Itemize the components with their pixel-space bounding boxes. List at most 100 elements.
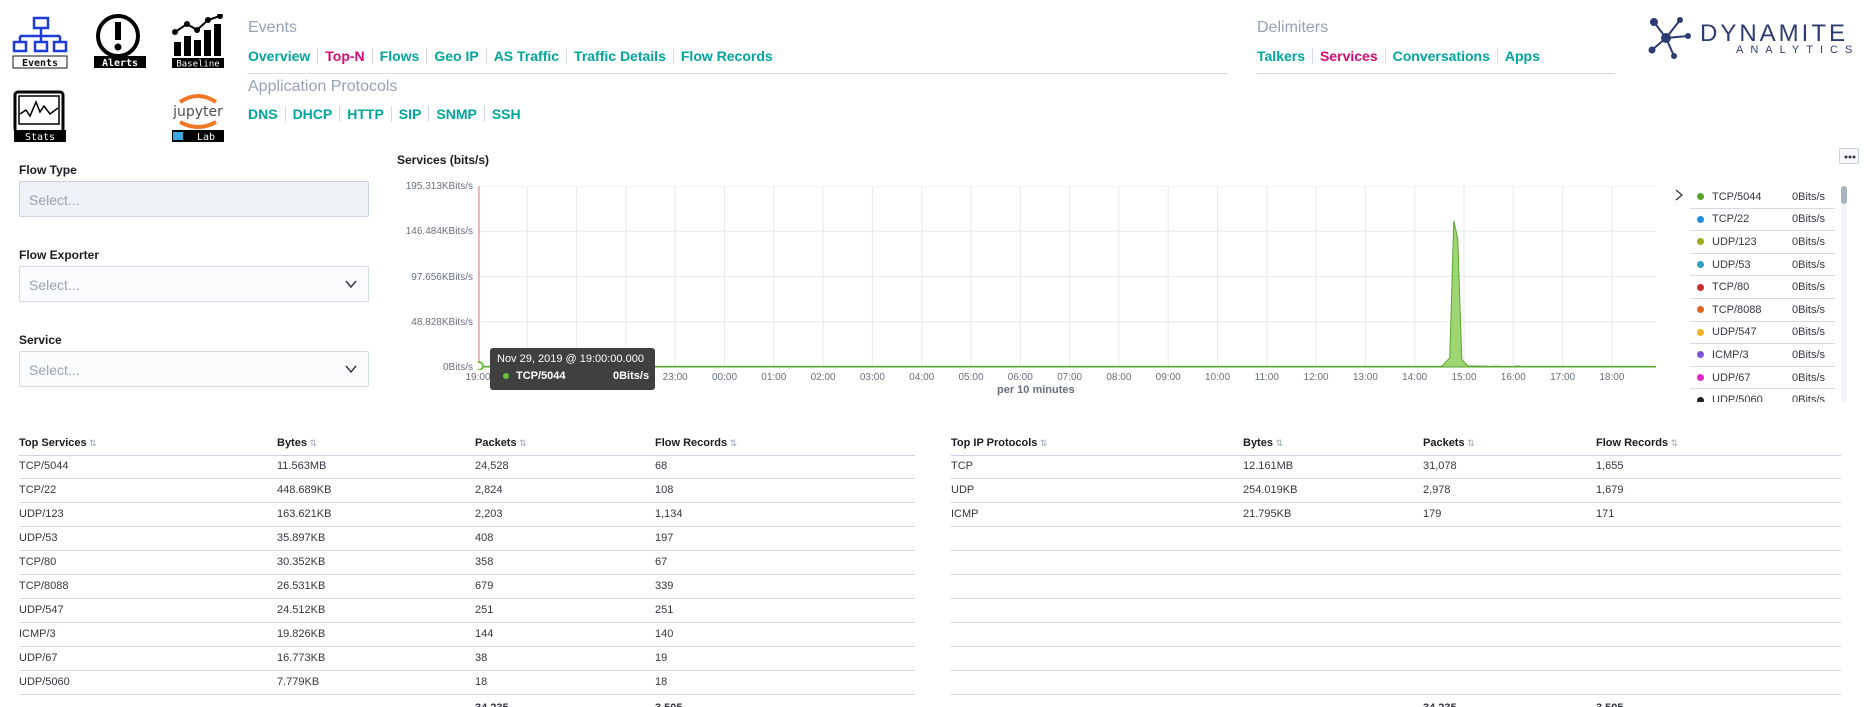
legend-item-udp-547[interactable]: UDP/547 0Bits/s: [1690, 322, 1835, 345]
events-nav: Overview Top-N Flows Geo IP AS Traffic Traffi…: [248, 48, 780, 64]
legend-dot: [1697, 215, 1704, 223]
sort-icon[interactable]: ⇅: [1273, 438, 1283, 448]
svg-text:Events: Events: [22, 58, 58, 69]
protocol-link-dns[interactable]: DNS: [248, 106, 285, 122]
events-link-overview[interactable]: Overview: [248, 48, 317, 64]
delimiter-link-conversations[interactable]: Conversations: [1384, 48, 1497, 64]
column-header-packets[interactable]: Packets ⇅: [1423, 437, 1475, 449]
chart-tooltip: Nov 29, 2019 @ 19:00:00.000 TCP/5044 0Bi…: [490, 348, 655, 390]
legend-item-tcp-8088[interactable]: TCP/8088 0Bits/s: [1690, 299, 1835, 322]
events-link-traffic-details[interactable]: Traffic Details: [566, 48, 673, 64]
panel-options-icon[interactable]: [1839, 148, 1859, 164]
sort-icon[interactable]: ⇅: [1465, 438, 1475, 448]
jupyterlab-icon[interactable]: jupyter Lab: [170, 88, 226, 144]
column-header-bytes[interactable]: Bytes ⇅: [1243, 437, 1283, 449]
table-cell: TCP/80: [19, 556, 57, 568]
column-header-top-ip-protocols[interactable]: Top IP Protocols ⇅: [951, 437, 1047, 449]
x-tick-label: 18:00: [1599, 372, 1625, 383]
table-cell: 197: [655, 532, 674, 544]
protocol-link-dhcp[interactable]: DHCP: [284, 106, 340, 122]
legend-scrollbar[interactable]: [1841, 186, 1847, 402]
legend-value: 0Bits/s: [1792, 190, 1826, 203]
stats-icon[interactable]: Stats: [12, 88, 68, 144]
legend-item-udp-53[interactable]: UDP/53 0Bits/s: [1690, 254, 1835, 277]
svg-text:Alerts: Alerts: [102, 58, 138, 69]
sort-icon[interactable]: ⇅: [87, 438, 97, 448]
services-chart[interactable]: [478, 186, 1656, 370]
legend-toggle-icon[interactable]: [1673, 188, 1685, 202]
table-cell: 26.531KB: [277, 580, 326, 592]
legend-item-icmp-3[interactable]: ICMP/3 0Bits/s: [1690, 344, 1835, 367]
table-row: [951, 598, 1841, 599]
delimiter-link-services[interactable]: Services: [1312, 48, 1385, 64]
legend-label: UDP/123: [1712, 235, 1757, 248]
table-cell: 30.352KB: [277, 556, 326, 568]
table-cell: 339: [655, 580, 674, 592]
sort-icon[interactable]: ⇅: [727, 438, 738, 448]
chart-title: Services (bits/s): [397, 153, 490, 167]
legend-item-tcp-5044[interactable]: TCP/5044 0Bits/s: [1690, 186, 1835, 209]
table-cell: 18: [655, 676, 668, 688]
column-header-bytes[interactable]: Bytes ⇅: [277, 437, 317, 449]
legend-item-udp-5060[interactable]: UDP/5060 0Bits/s: [1690, 389, 1835, 402]
legend-item-tcp-22[interactable]: TCP/22 0Bits/s: [1690, 209, 1835, 232]
events-link-flows[interactable]: Flows: [371, 48, 427, 64]
legend-item-udp-67[interactable]: UDP/67 0Bits/s: [1690, 367, 1835, 390]
table-total: 3,505: [1596, 702, 1624, 707]
table-row: [19, 598, 915, 599]
hover-point: [478, 361, 484, 370]
table-cell: 1,655: [1596, 460, 1624, 472]
flow-type-select[interactable]: Select...: [19, 181, 369, 217]
events-link-geo-ip[interactable]: Geo IP: [426, 48, 485, 64]
sort-icon[interactable]: ⇅: [517, 438, 527, 448]
x-tick-label: 13:00: [1352, 372, 1378, 383]
events-link-flow-records[interactable]: Flow Records: [672, 48, 780, 64]
column-header-flow-records[interactable]: Flow Records ⇅: [1596, 437, 1678, 449]
application-protocols-nav: DNS DHCP HTTP SIP SNMP SSH: [248, 106, 528, 122]
events-icon[interactable]: Events: [12, 14, 68, 70]
service-select[interactable]: Select...: [19, 351, 369, 387]
table-cell: 35.897KB: [277, 532, 326, 544]
events-link-as-traffic[interactable]: AS Traffic: [485, 48, 566, 64]
delimiter-link-talkers[interactable]: Talkers: [1257, 48, 1312, 64]
table-row: [19, 550, 915, 551]
table-cell: 24,528: [475, 460, 509, 472]
column-header-packets[interactable]: Packets ⇅: [475, 437, 527, 449]
table-cell: UDP: [951, 484, 975, 496]
baseline-icon[interactable]: Baseline: [170, 13, 226, 70]
legend-item-tcp-80[interactable]: TCP/80 0Bits/s: [1690, 276, 1835, 299]
y-tick-label: 97.656KBits/s: [411, 271, 473, 283]
table-cell: 140: [655, 628, 674, 640]
column-header-flow-records[interactable]: Flow Records ⇅: [655, 437, 737, 449]
table-cell: 163.621KB: [277, 508, 332, 520]
table-cell: 1,679: [1596, 484, 1624, 496]
x-tick-label: 14:00: [1402, 372, 1428, 383]
sort-icon[interactable]: ⇅: [307, 438, 317, 448]
delimiter-link-apps[interactable]: Apps: [1496, 48, 1547, 64]
column-header-top-services[interactable]: Top Services ⇅: [19, 437, 97, 449]
x-tick-label: 23:00: [662, 372, 688, 383]
table-cell: 67: [655, 556, 668, 568]
x-axis-label: per 10 minutes: [997, 384, 1075, 396]
series-area-tcp-5044: [478, 220, 1656, 368]
service-label: Service: [19, 333, 62, 347]
legend-value: 0Bits/s: [1792, 258, 1826, 271]
legend-label: UDP/53: [1712, 258, 1751, 271]
table-cell: 408: [475, 532, 494, 544]
protocol-link-snmp[interactable]: SNMP: [428, 106, 483, 122]
protocol-link-http[interactable]: HTTP: [339, 106, 391, 122]
events-link-top-n[interactable]: Top-N: [317, 48, 371, 64]
legend-value: 0Bits/s: [1792, 213, 1826, 226]
flow-exporter-select[interactable]: Select...: [19, 266, 369, 302]
x-tick-label: 08:00: [1106, 372, 1132, 383]
alerts-icon[interactable]: Alerts: [92, 14, 148, 70]
table-cell: 2,203: [475, 508, 503, 520]
legend-item-udp-123[interactable]: UDP/123 0Bits/s: [1690, 231, 1835, 254]
protocol-link-ssh[interactable]: SSH: [483, 106, 528, 122]
table-cell: 254.019KB: [1243, 484, 1298, 496]
sort-icon[interactable]: ⇅: [1668, 438, 1679, 448]
protocol-link-sip[interactable]: SIP: [390, 106, 429, 122]
table-cell: TCP: [951, 460, 973, 472]
table-cell: 179: [1423, 508, 1442, 520]
sort-icon[interactable]: ⇅: [1037, 438, 1048, 448]
